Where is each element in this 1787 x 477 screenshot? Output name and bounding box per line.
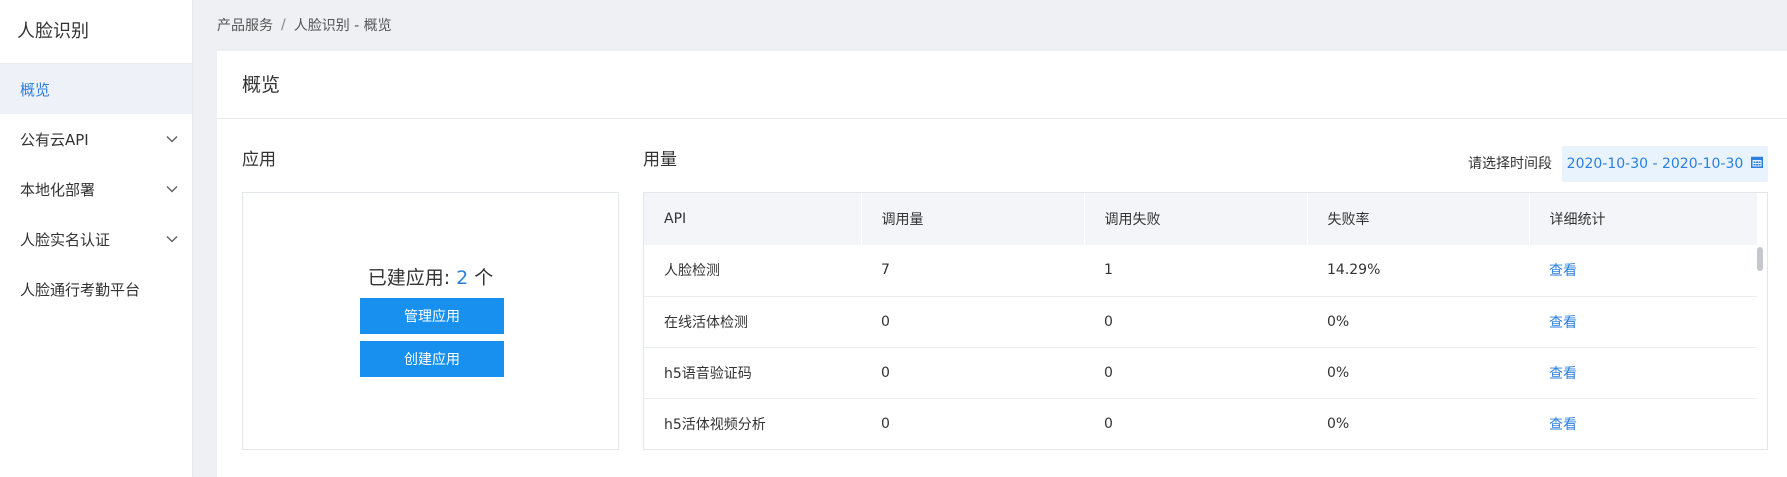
cell-details: 查看 — [1529, 398, 1757, 449]
create-app-button[interactable]: 创建应用 — [360, 341, 504, 377]
cell-failures: 0 — [1104, 313, 1113, 330]
cell-failures: 1 — [1104, 262, 1113, 279]
scrollbar-thumb[interactable] — [1757, 247, 1763, 271]
chevron-down-icon — [166, 183, 178, 195]
cell-details: 查看 — [1529, 245, 1757, 296]
manage-apps-button[interactable]: 管理应用 — [360, 298, 504, 334]
view-details-link[interactable]: 查看 — [1549, 315, 1577, 331]
cell-failure-rate: 14.29% — [1327, 262, 1381, 279]
cell-calls: 0 — [881, 415, 890, 432]
breadcrumb-current: 人脸识别 - 概览 — [293, 18, 392, 34]
usage-section-title: 用量 — [643, 150, 677, 170]
date-range-label: 请选择时间段 — [1468, 156, 1552, 172]
cell-failure-rate: 0% — [1327, 415, 1350, 432]
sidebar-item-label: 公有云API — [20, 130, 89, 149]
table-header-row: API 调用量 调用失败 失败率 详细统计 — [644, 193, 1757, 245]
cell-calls: 0 — [881, 313, 890, 330]
app-count-suffix: 个 — [474, 267, 494, 289]
table-row: h5语音验证码 0 0 0% 查看 — [644, 347, 1757, 398]
cell-calls: 0 — [881, 364, 890, 381]
view-details-link[interactable]: 查看 — [1549, 417, 1577, 433]
table-row: h5活体视频分析 0 0 0% 查看 — [644, 398, 1757, 449]
calendar-icon — [1751, 156, 1764, 172]
sidebar-item-label: 人脸通行考勤平台 — [20, 280, 141, 299]
table-row: 在线活体检测 0 0 0% 查看 — [644, 296, 1757, 347]
table-row: 人脸检测 7 1 14.29% 查看 — [644, 245, 1757, 296]
sidebar-item-face-attendance-platform[interactable]: 人脸通行考勤平台 — [0, 264, 192, 314]
cell-details: 查看 — [1529, 296, 1757, 347]
sidebar-item-label: 概览 — [20, 80, 51, 99]
app-count: 已建应用: 2 个 — [243, 263, 618, 290]
cell-failures: 0 — [1104, 415, 1113, 432]
breadcrumb-separator: / — [281, 17, 286, 33]
sidebar-item-face-identity-verification[interactable]: 人脸实名认证 — [0, 214, 192, 264]
column-header-failures: 调用失败 — [1084, 193, 1308, 245]
sidebar-item-overview[interactable]: 概览 — [0, 64, 192, 114]
page-title: 概览 — [217, 51, 1787, 119]
breadcrumb-root[interactable]: 产品服务 — [217, 15, 273, 35]
cell-failure-rate: 0% — [1327, 364, 1350, 381]
cell-api: 人脸检测 — [664, 263, 720, 280]
cell-api: 在线活体检测 — [664, 314, 748, 331]
chevron-down-icon — [166, 133, 178, 145]
app-count-prefix: 已建应用: — [367, 267, 451, 289]
sidebar-item-label: 本地化部署 — [20, 180, 96, 199]
view-details-link[interactable]: 查看 — [1549, 263, 1577, 279]
usage-table: API 调用量 调用失败 失败率 详细统计 人脸检测 7 1 14.29% 查看… — [643, 192, 1768, 450]
table-scrollbar[interactable] — [1757, 245, 1763, 449]
view-details-link[interactable]: 查看 — [1549, 366, 1577, 382]
main-panel: 概览 应用 用量 已建应用: 2 个 管理应用 创建应用 请选择时间段 2020-1… — [217, 51, 1787, 477]
cell-calls: 7 — [881, 262, 890, 279]
cell-api: h5活体视频分析 — [664, 416, 766, 433]
column-header-calls: 调用量 — [861, 193, 1085, 245]
chevron-down-icon — [166, 233, 178, 245]
app-count-value: 2 — [456, 267, 469, 289]
column-header-api: API — [644, 193, 862, 245]
column-header-failure-rate: 失败率 — [1307, 193, 1530, 245]
cell-failure-rate: 0% — [1327, 313, 1350, 330]
cell-api: h5语音验证码 — [664, 365, 752, 382]
date-range-picker[interactable]: 2020-10-30 - 2020-10-30 — [1562, 146, 1768, 182]
sidebar: 人脸识别 概览 公有云API 本地化部署 人脸实名认证 人脸通行考勤平台 — [0, 0, 193, 477]
breadcrumb: 产品服务 / 人脸识别 - 概览 — [217, 15, 392, 35]
sidebar-title: 人脸识别 — [0, 0, 192, 64]
cell-failures: 0 — [1104, 364, 1113, 381]
sidebar-item-label: 人脸实名认证 — [20, 230, 111, 249]
column-header-details: 详细统计 — [1549, 212, 1606, 228]
apps-card: 已建应用: 2 个 管理应用 创建应用 — [242, 192, 619, 450]
date-range-value: 2020-10-30 - 2020-10-30 — [1566, 156, 1744, 172]
sidebar-item-public-cloud-api[interactable]: 公有云API — [0, 114, 192, 164]
apps-section-title: 应用 — [242, 150, 276, 170]
cell-details: 查看 — [1529, 347, 1757, 398]
sidebar-item-local-deployment[interactable]: 本地化部署 — [0, 164, 192, 214]
